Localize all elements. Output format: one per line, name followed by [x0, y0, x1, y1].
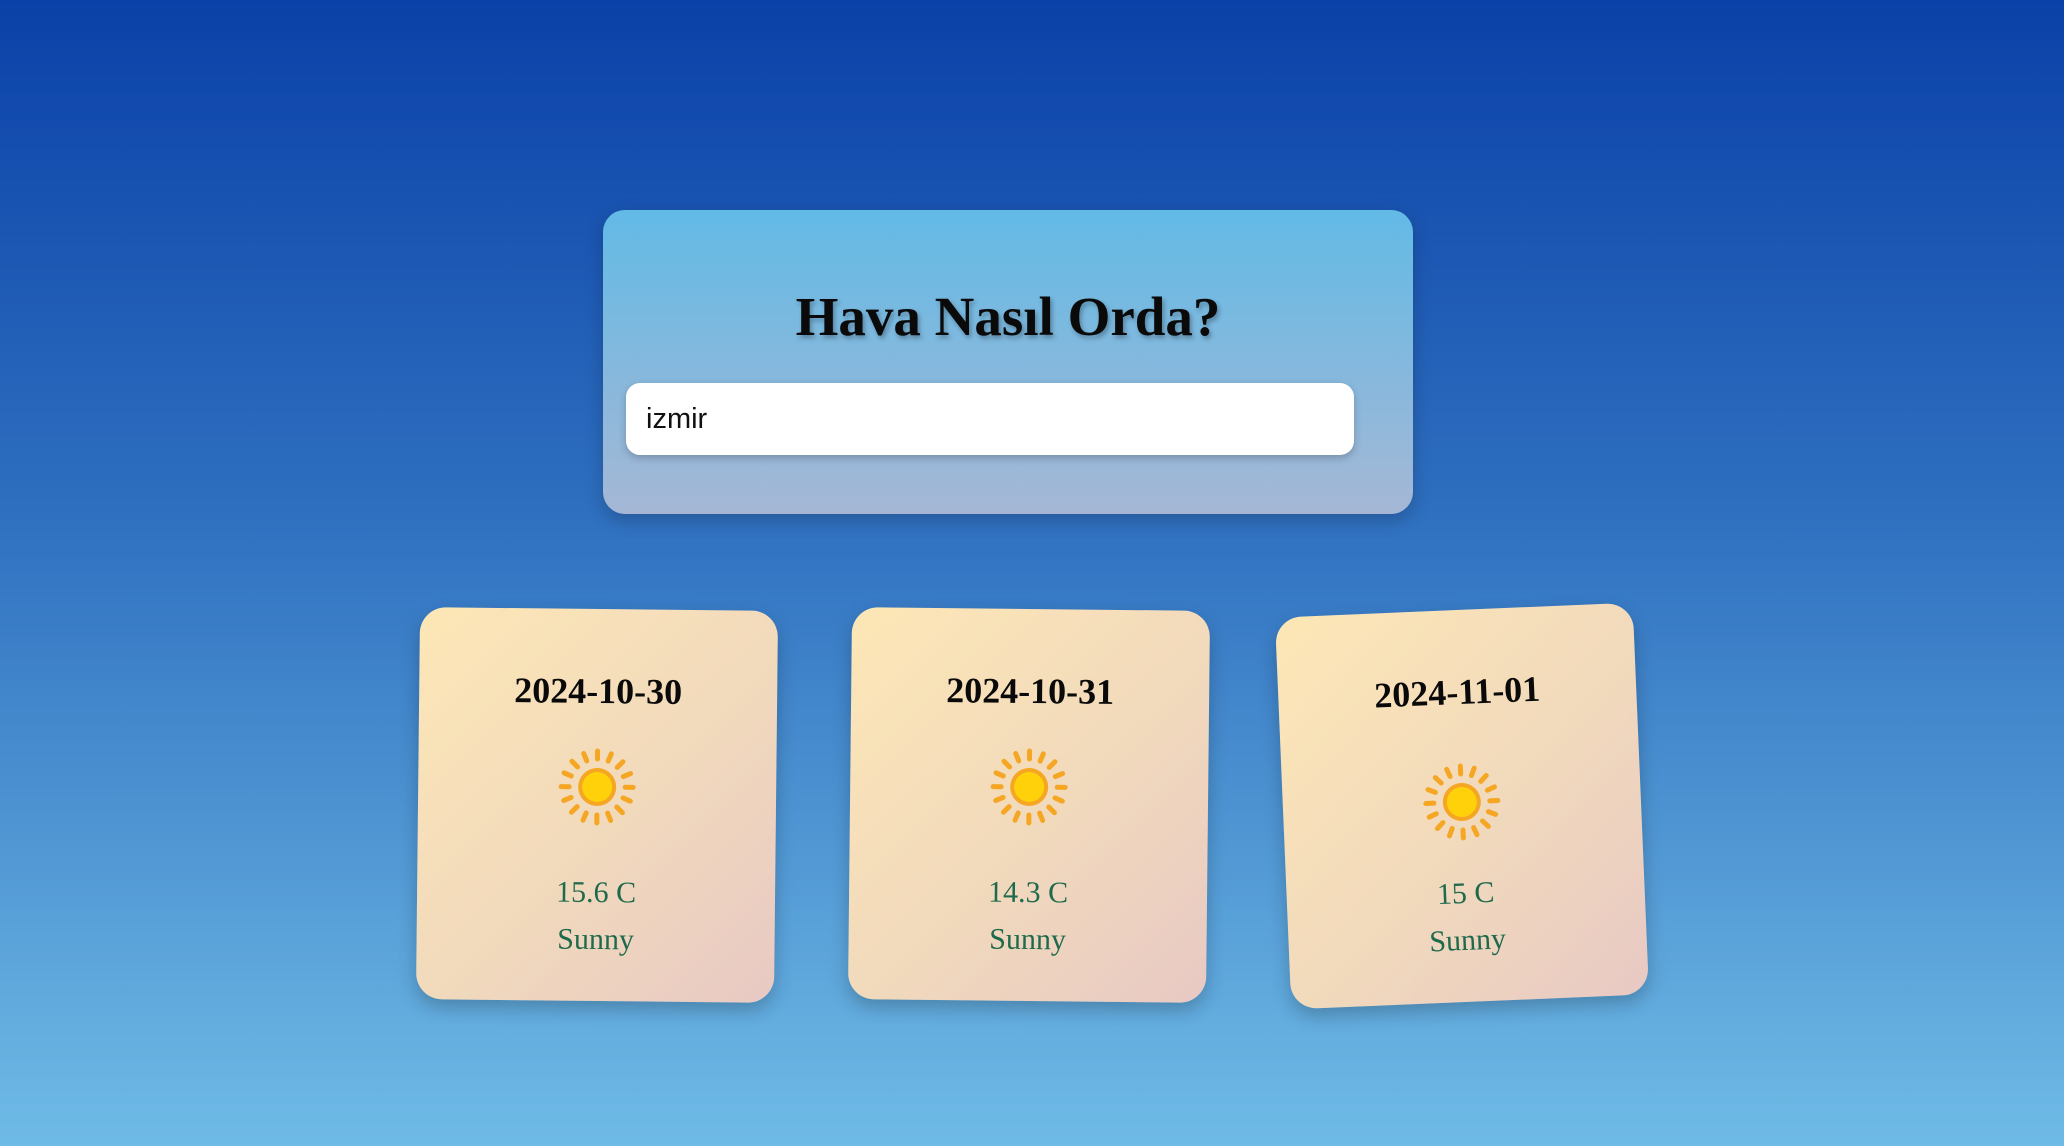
forecast-condition: Sunny [1428, 922, 1507, 959]
forecast-card: 2024-10-31 14.3 C Sunny [847, 607, 1211, 1003]
forecast-date: 2024-10-30 [513, 670, 683, 712]
forecast-date: 2024-10-31 [945, 670, 1115, 712]
search-panel: Hava Nasıl Orda? [603, 210, 1413, 514]
forecast-temperature: 15.6 C [555, 875, 637, 910]
sun-icon [558, 748, 636, 826]
forecast-condition: Sunny [989, 922, 1067, 957]
page-title: Hava Nasıl Orda? [795, 286, 1221, 347]
forecast-date: 2024-11-01 [1373, 668, 1541, 716]
forecast-temperature: 14.3 C [987, 875, 1069, 910]
forecast-condition: Sunny [557, 922, 635, 957]
forecast-card: 2024-11-01 15 C Sunny [1274, 602, 1650, 1010]
sun-icon [990, 748, 1068, 826]
sun-icon [1423, 763, 1501, 841]
forecast-temperature: 15 C [1436, 875, 1496, 912]
forecast-card: 2024-10-30 15.6 C Sunny [415, 607, 779, 1003]
city-search-input[interactable] [626, 383, 1354, 455]
